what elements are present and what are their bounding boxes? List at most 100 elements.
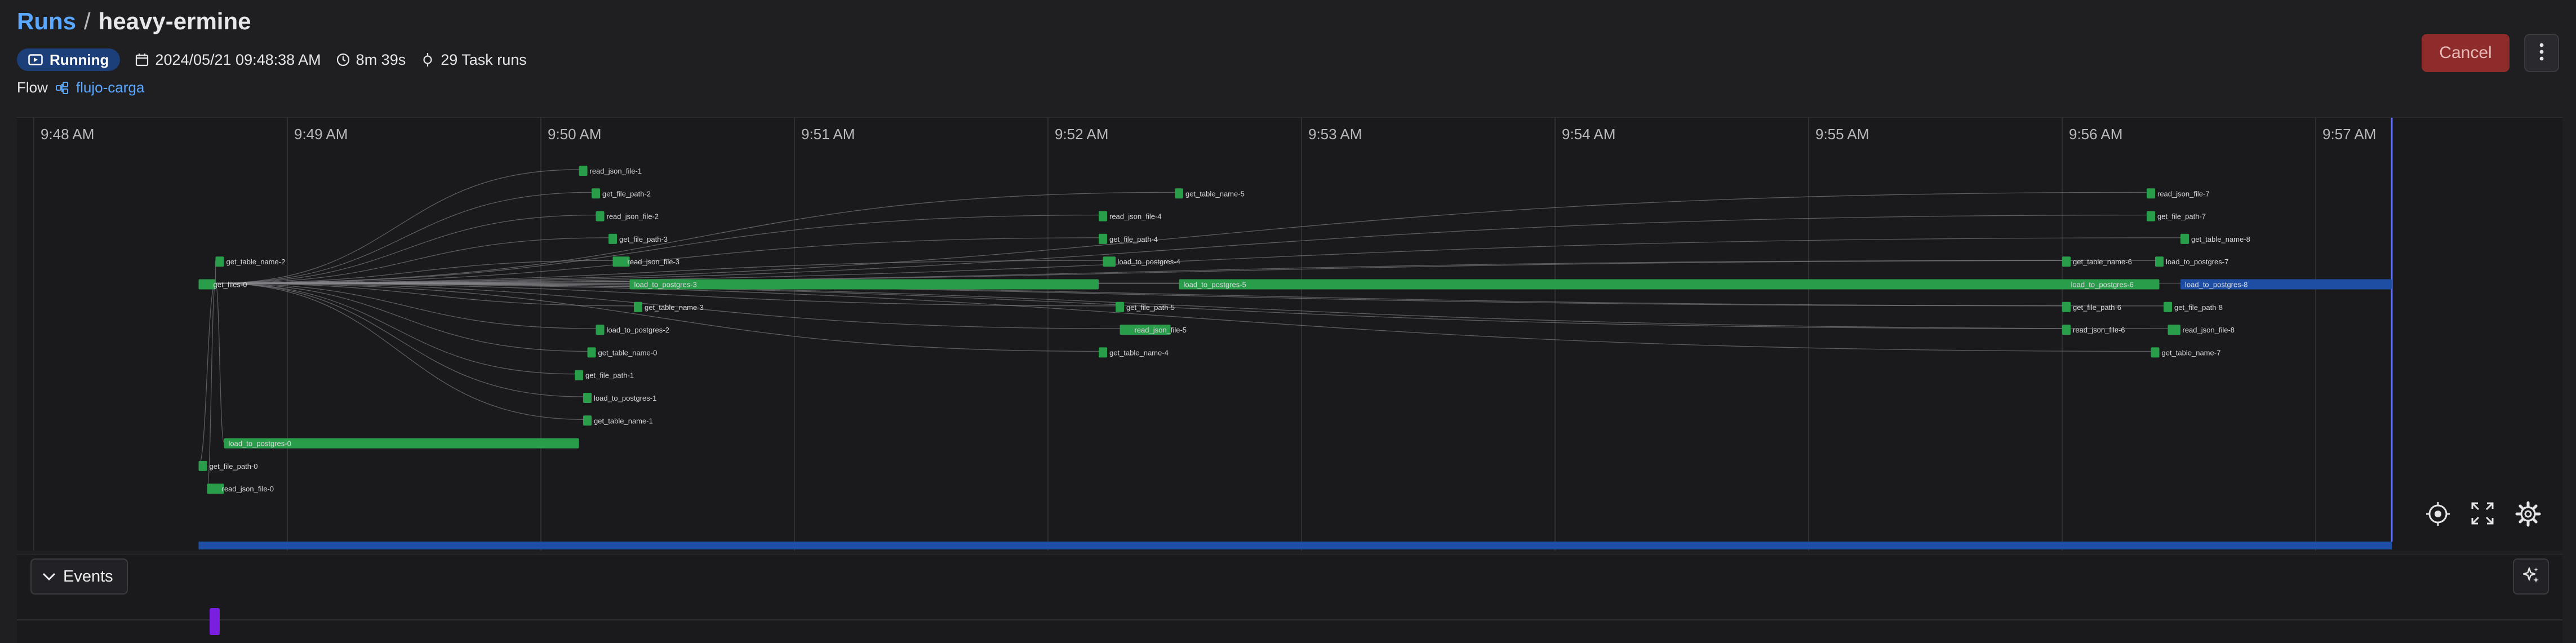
task-bar[interactable] [1175, 188, 1183, 199]
timeline-canvas[interactable]: 9:48 AM 9:49 AM 9:50 AM 9:51 AM 9:52 AM 9:53 … [17, 118, 2562, 551]
task-bar[interactable] [629, 279, 1099, 290]
task-bar[interactable] [2180, 233, 2189, 244]
task-label: get_file_path-7 [2157, 212, 2206, 221]
task-label: load_to_postgres-2 [607, 326, 669, 334]
task-label: read_json_file-3 [628, 258, 680, 266]
task-bar[interactable] [2147, 188, 2155, 199]
time-tick-label: 9:51 AM [801, 126, 855, 143]
time-tick-label: 9:53 AM [1308, 126, 1362, 143]
flow-link[interactable]: flujo-carga [55, 79, 144, 96]
dependency-edge [206, 282, 216, 488]
sparkle-icon [2521, 566, 2541, 588]
time-tick-label: 9:55 AM [1815, 126, 1869, 143]
task-bar[interactable] [2168, 325, 2181, 335]
task-bar[interactable] [1179, 279, 2160, 290]
task-bar[interactable] [575, 370, 583, 380]
cancel-button[interactable]: Cancel [2422, 34, 2510, 72]
start-time: 2024/05/21 09:48:38 AM [135, 51, 321, 69]
dependency-edge [215, 214, 2147, 284]
fullscreen-button[interactable] [2470, 501, 2505, 536]
flow-row: Flow flujo-carga [17, 79, 144, 96]
time-tick-label: 9:57 AM [2322, 126, 2376, 143]
status-badge: Running [17, 48, 121, 71]
dependency-edge [215, 282, 584, 397]
task-label: read_json_file-6 [2073, 326, 2125, 334]
task-bar[interactable] [596, 211, 605, 221]
task-label: read_json_file-7 [2157, 189, 2210, 198]
task-bar[interactable] [579, 166, 588, 176]
task-bar[interactable] [609, 233, 617, 244]
breadcrumb-runs-link[interactable]: Runs [17, 8, 76, 34]
task-bar[interactable] [1116, 301, 1124, 312]
events-toggle-button[interactable]: Events [30, 558, 128, 595]
events-panel: Events [17, 555, 2562, 643]
task-label: get_table_name-8 [2191, 235, 2250, 243]
run-meta: Running 2024/05/21 09:48:38 AM 8m 39s 29… [17, 48, 527, 71]
task-bar[interactable] [1103, 256, 1116, 267]
event-marker[interactable] [210, 608, 220, 635]
task-bar[interactable] [2062, 325, 2071, 335]
task-run-icon [420, 52, 435, 67]
task-label: load_to_postgres-1 [594, 394, 656, 402]
task-label: get_table_name-7 [2162, 348, 2221, 357]
task-label: load_to_postgres-3 [634, 281, 697, 289]
task-bar[interactable] [583, 393, 592, 403]
task-bar[interactable] [587, 347, 596, 358]
task-bar[interactable] [1099, 347, 1107, 358]
clock-icon [336, 52, 350, 67]
calendar-icon [135, 52, 149, 67]
time-tick-label: 9:52 AM [1055, 126, 1108, 143]
task-bar[interactable] [2164, 301, 2172, 312]
dependency-edge [215, 282, 2151, 352]
task-label: get_table_name-5 [1185, 189, 1245, 198]
task-bar[interactable] [2062, 301, 2071, 312]
sparkle-button[interactable] [2513, 558, 2549, 595]
recenter-button[interactable] [2425, 501, 2460, 536]
task-label: load_to_postgres-8 [2185, 281, 2248, 289]
status-label: Running [50, 51, 109, 68]
task-label: get_table_name-4 [1109, 348, 1169, 357]
task-bar[interactable] [1099, 233, 1107, 244]
task-bar[interactable] [198, 460, 207, 471]
task-label: get_file_path-8 [2174, 303, 2223, 312]
time-tick-label: 9:54 AM [1562, 126, 1615, 143]
task-bar[interactable] [596, 325, 605, 335]
flow-label: Flow [17, 79, 48, 96]
task-label: get_table_name-2 [226, 258, 286, 266]
task-label: load_to_postgres-5 [1184, 281, 1246, 289]
time-tick-label: 9:49 AM [294, 126, 348, 143]
events-toggle-label: Events [63, 567, 113, 586]
task-bar[interactable] [2151, 347, 2160, 358]
task-label: get_file_path-1 [585, 371, 634, 380]
dependency-edge [215, 282, 575, 375]
task-label: get_file_path-3 [619, 235, 668, 243]
task-bar[interactable] [2062, 256, 2071, 267]
task-label: get_file_path-6 [2073, 303, 2121, 312]
more-menu-button[interactable] [2524, 34, 2559, 72]
task-label: read_json_file-0 [222, 485, 274, 493]
kebab-menu-icon [2539, 42, 2544, 64]
timeline-settings-button[interactable] [2515, 501, 2550, 536]
task-bar[interactable] [215, 256, 224, 267]
task-bar[interactable] [2147, 211, 2155, 221]
run-timeline[interactable]: 9:48 AM 9:49 AM 9:50 AM 9:51 AM 9:52 AM 9:53 … [17, 117, 2562, 551]
task-label: get_file_path-0 [210, 462, 258, 471]
task-bar[interactable] [592, 188, 600, 199]
task-bar[interactable] [634, 301, 642, 312]
duration: 8m 39s [336, 51, 406, 69]
dependency-edge [215, 282, 596, 329]
task-label: read_json_file-4 [1109, 212, 1162, 221]
task-label: get_file_path-2 [602, 189, 651, 198]
task-label: read_json_file-5 [1135, 326, 1187, 334]
task-bar[interactable] [1099, 211, 1107, 221]
flow-icon [55, 81, 72, 95]
task-label: read_json_file-1 [590, 167, 642, 175]
dependency-edge [215, 214, 1099, 284]
task-bar[interactable] [2155, 256, 2164, 267]
task-label: get_table_name-6 [2073, 258, 2132, 266]
task-label: read_json_file-2 [607, 212, 659, 221]
task-label: get_file_path-4 [1109, 235, 1158, 243]
dependency-edge [215, 282, 225, 443]
task-runs-count: 29 Task runs [420, 51, 527, 69]
task-bar[interactable] [583, 415, 592, 426]
